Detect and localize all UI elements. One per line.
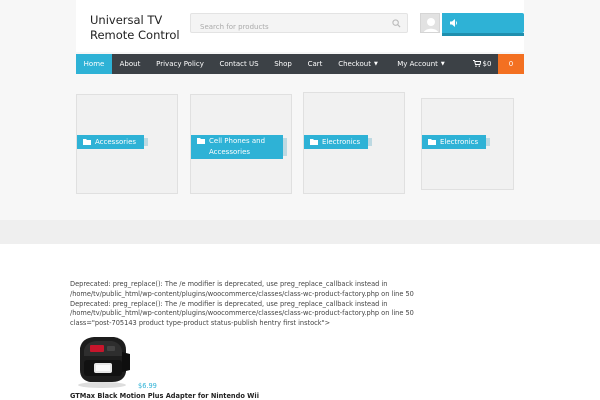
category-label[interactable]: Accessories (77, 135, 149, 149)
product-title[interactable]: GTMax Black Motion Plus Adapter for Nint… (70, 392, 259, 400)
site-header: Universal TV Remote Control (76, 0, 524, 52)
product-image[interactable] (70, 330, 134, 390)
nav-home[interactable]: Home (76, 54, 112, 74)
nav-about[interactable]: About (112, 54, 148, 74)
nav-my-account[interactable]: My Account ▼ (386, 54, 456, 74)
speaker-icon (450, 19, 458, 27)
site-title[interactable]: Universal TV Remote Control (90, 13, 180, 43)
product-price: $6.99 (138, 382, 157, 390)
php-notices: Deprecated: preg_replace(): The /e modif… (70, 280, 450, 329)
user-silhouette-icon (423, 18, 439, 32)
nav-cart-total[interactable]: $0 (466, 54, 498, 74)
folder-icon (428, 139, 436, 145)
nav-shop[interactable]: Shop (266, 54, 300, 74)
category-card[interactable]: Cell Phones and Accessories (190, 94, 292, 194)
folder-icon (197, 138, 205, 144)
category-label[interactable]: Cell Phones and Accessories (191, 135, 287, 159)
folder-icon (83, 139, 91, 145)
nav-contact-us[interactable]: Contact US (212, 54, 266, 74)
section-divider-band (0, 220, 600, 244)
user-bar[interactable] (442, 13, 524, 36)
search-icon[interactable] (392, 19, 401, 28)
category-card[interactable]: Electronics (303, 92, 405, 194)
deprecation-notice: Deprecated: preg_replace(): The /e modif… (70, 280, 414, 298)
search-input[interactable] (191, 18, 381, 36)
shopping-cart-icon (472, 60, 481, 67)
folder-icon (310, 139, 318, 145)
deprecation-notice: Deprecated: preg_replace(): The /e modif… (70, 299, 414, 318)
chevron-down-icon: ▼ (373, 61, 378, 67)
main-nav: Home About Privacy Policy Contact US Sho… (76, 54, 524, 74)
category-label[interactable]: Electronics (304, 135, 373, 149)
search-box (190, 13, 408, 36)
category-card[interactable]: Electronics (421, 98, 514, 190)
user-avatar[interactable] (420, 13, 440, 33)
category-card[interactable]: Accessories (76, 94, 178, 194)
nav-cart[interactable]: Cart (300, 54, 330, 74)
nav-checkout[interactable]: Checkout ▼ (330, 54, 386, 74)
cart-count-badge[interactable]: 0 (498, 54, 524, 74)
markup-leak-text: class="post-705143 product type-product … (70, 319, 331, 328)
chevron-down-icon: ▼ (440, 61, 445, 67)
nav-privacy-policy[interactable]: Privacy Policy (148, 54, 212, 74)
category-label[interactable]: Electronics (422, 135, 491, 149)
